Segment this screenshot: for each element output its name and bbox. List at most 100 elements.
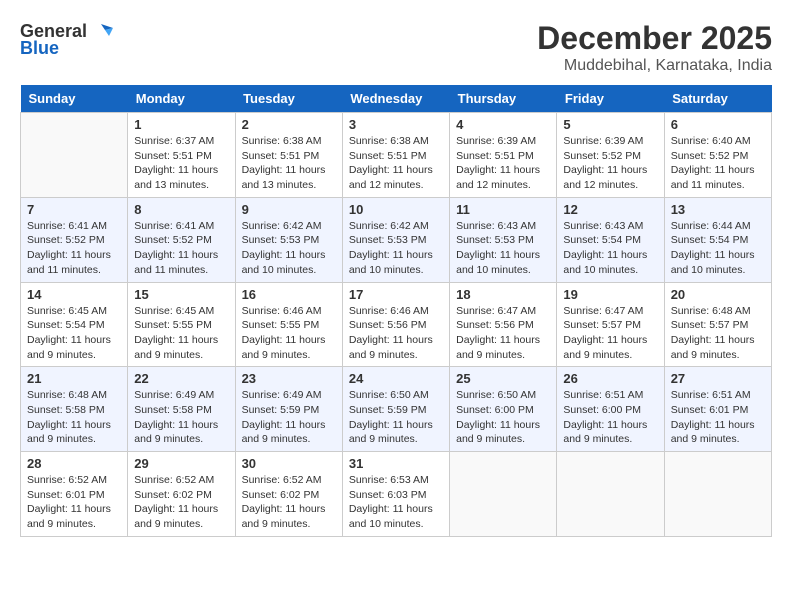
calendar-week-row: 1 Sunrise: 6:37 AMSunset: 5:51 PMDaylight…	[21, 113, 772, 198]
calendar-cell: 10 Sunrise: 6:42 AMSunset: 5:53 PMDayligh…	[342, 197, 449, 282]
day-number: 5	[563, 117, 657, 132]
calendar-cell: 21 Sunrise: 6:48 AMSunset: 5:58 PMDayligh…	[21, 367, 128, 452]
day-number: 7	[27, 202, 121, 217]
day-number: 3	[349, 117, 443, 132]
calendar-cell: 30Sunrise: 6:52 AMSunset: 6:02 PMDayligh…	[235, 452, 342, 537]
day-info: Sunrise: 6:51 AMSunset: 6:01 PMDaylight:…	[671, 388, 765, 447]
day-number: 26	[563, 371, 657, 386]
day-info: Sunrise: 6:43 AMSunset: 5:53 PMDaylight:…	[456, 219, 550, 278]
calendar-cell	[450, 452, 557, 537]
calendar-cell: 8 Sunrise: 6:41 AMSunset: 5:52 PMDaylight…	[128, 197, 235, 282]
calendar-body: 1 Sunrise: 6:37 AMSunset: 5:51 PMDaylight…	[21, 113, 772, 537]
day-info: Sunrise: 6:41 AMSunset: 5:52 PMDaylight:…	[134, 219, 228, 278]
calendar-header-thursday: Thursday	[450, 85, 557, 113]
calendar-cell: 27 Sunrise: 6:51 AMSunset: 6:01 PMDayligh…	[664, 367, 771, 452]
day-number: 10	[349, 202, 443, 217]
logo: General Blue	[20, 20, 113, 59]
page-header: General Blue December 2025 Muddebihal, K…	[20, 20, 772, 75]
day-number: 13	[671, 202, 765, 217]
calendar-cell: 29 Sunrise: 6:52 AMSunset: 6:02 PMDayligh…	[128, 452, 235, 537]
day-info: Sunrise: 6:45 AMSunset: 5:55 PMDaylight:…	[134, 304, 228, 363]
day-number: 2	[242, 117, 336, 132]
calendar-week-row: 7 Sunrise: 6:41 AMSunset: 5:52 PMDaylight…	[21, 197, 772, 282]
month-title: December 2025	[537, 20, 772, 57]
calendar-cell: 9Sunrise: 6:42 AMSunset: 5:53 PMDaylight…	[235, 197, 342, 282]
day-number: 4	[456, 117, 550, 132]
calendar-cell: 26Sunrise: 6:51 AMSunset: 6:00 PMDayligh…	[557, 367, 664, 452]
day-info: Sunrise: 6:49 AMSunset: 5:59 PMDaylight:…	[242, 388, 336, 447]
day-number: 31	[349, 456, 443, 471]
day-info: Sunrise: 6:40 AMSunset: 5:52 PMDaylight:…	[671, 134, 765, 193]
day-number: 11	[456, 202, 550, 217]
day-number: 1	[134, 117, 228, 132]
day-number: 21	[27, 371, 121, 386]
calendar-cell: 7Sunrise: 6:41 AMSunset: 5:52 PMDaylight…	[21, 197, 128, 282]
title-area: December 2025 Muddebihal, Karnataka, Ind…	[537, 20, 772, 75]
day-number: 8	[134, 202, 228, 217]
day-info: Sunrise: 6:50 AMSunset: 5:59 PMDaylight:…	[349, 388, 443, 447]
day-info: Sunrise: 6:37 AMSunset: 5:51 PMDaylight:…	[134, 134, 228, 193]
calendar-cell: 19 Sunrise: 6:47 AMSunset: 5:57 PMDayligh…	[557, 282, 664, 367]
day-info: Sunrise: 6:53 AMSunset: 6:03 PMDaylight:…	[349, 473, 443, 532]
day-number: 28	[27, 456, 121, 471]
day-number: 14	[27, 287, 121, 302]
day-info: Sunrise: 6:43 AMSunset: 5:54 PMDaylight:…	[563, 219, 657, 278]
logo-blue-text: Blue	[20, 38, 59, 59]
day-number: 29	[134, 456, 228, 471]
day-info: Sunrise: 6:47 AMSunset: 5:56 PMDaylight:…	[456, 304, 550, 363]
day-info: Sunrise: 6:39 AMSunset: 5:52 PMDaylight:…	[563, 134, 657, 193]
day-number: 23	[242, 371, 336, 386]
calendar-cell: 11 Sunrise: 6:43 AMSunset: 5:53 PMDayligh…	[450, 197, 557, 282]
day-number: 20	[671, 287, 765, 302]
calendar-cell: 16 Sunrise: 6:46 AMSunset: 5:55 PMDayligh…	[235, 282, 342, 367]
calendar-cell: 31 Sunrise: 6:53 AMSunset: 6:03 PMDayligh…	[342, 452, 449, 537]
location-subtitle: Muddebihal, Karnataka, India	[537, 57, 772, 75]
day-number: 27	[671, 371, 765, 386]
day-info: Sunrise: 6:49 AMSunset: 5:58 PMDaylight:…	[134, 388, 228, 447]
day-info: Sunrise: 6:42 AMSunset: 5:53 PMDaylight:…	[349, 219, 443, 278]
calendar-header-saturday: Saturday	[664, 85, 771, 113]
calendar-cell: 12 Sunrise: 6:43 AMSunset: 5:54 PMDayligh…	[557, 197, 664, 282]
day-info: Sunrise: 6:38 AMSunset: 5:51 PMDaylight:…	[242, 134, 336, 193]
day-number: 12	[563, 202, 657, 217]
calendar-cell: 18Sunrise: 6:47 AMSunset: 5:56 PMDayligh…	[450, 282, 557, 367]
calendar-cell: 22 Sunrise: 6:49 AMSunset: 5:58 PMDayligh…	[128, 367, 235, 452]
calendar-week-row: 28 Sunrise: 6:52 AMSunset: 6:01 PMDayligh…	[21, 452, 772, 537]
day-info: Sunrise: 6:45 AMSunset: 5:54 PMDaylight:…	[27, 304, 121, 363]
calendar-cell: 5 Sunrise: 6:39 AMSunset: 5:52 PMDaylight…	[557, 113, 664, 198]
calendar-cell: 14 Sunrise: 6:45 AMSunset: 5:54 PMDayligh…	[21, 282, 128, 367]
day-number: 25	[456, 371, 550, 386]
logo-bird-icon	[91, 20, 113, 42]
calendar-cell: 1 Sunrise: 6:37 AMSunset: 5:51 PMDaylight…	[128, 113, 235, 198]
calendar-cell: 2 Sunrise: 6:38 AMSunset: 5:51 PMDaylight…	[235, 113, 342, 198]
calendar-cell: 17 Sunrise: 6:46 AMSunset: 5:56 PMDayligh…	[342, 282, 449, 367]
day-info: Sunrise: 6:50 AMSunset: 6:00 PMDaylight:…	[456, 388, 550, 447]
calendar-cell: 20 Sunrise: 6:48 AMSunset: 5:57 PMDayligh…	[664, 282, 771, 367]
day-number: 16	[242, 287, 336, 302]
day-number: 24	[349, 371, 443, 386]
day-info: Sunrise: 6:52 AMSunset: 6:01 PMDaylight:…	[27, 473, 121, 532]
day-info: Sunrise: 6:47 AMSunset: 5:57 PMDaylight:…	[563, 304, 657, 363]
calendar-cell: 3 Sunrise: 6:38 AMSunset: 5:51 PMDaylight…	[342, 113, 449, 198]
calendar-cell: 6 Sunrise: 6:40 AMSunset: 5:52 PMDaylight…	[664, 113, 771, 198]
day-number: 6	[671, 117, 765, 132]
day-info: Sunrise: 6:39 AMSunset: 5:51 PMDaylight:…	[456, 134, 550, 193]
day-info: Sunrise: 6:46 AMSunset: 5:55 PMDaylight:…	[242, 304, 336, 363]
calendar-cell: 15 Sunrise: 6:45 AMSunset: 5:55 PMDayligh…	[128, 282, 235, 367]
day-number: 22	[134, 371, 228, 386]
day-info: Sunrise: 6:48 AMSunset: 5:57 PMDaylight:…	[671, 304, 765, 363]
day-number: 15	[134, 287, 228, 302]
day-info: Sunrise: 6:38 AMSunset: 5:51 PMDaylight:…	[349, 134, 443, 193]
day-number: 9	[242, 202, 336, 217]
day-info: Sunrise: 6:52 AMSunset: 6:02 PMDaylight:…	[134, 473, 228, 532]
calendar-cell	[21, 113, 128, 198]
day-number: 30	[242, 456, 336, 471]
day-info: Sunrise: 6:46 AMSunset: 5:56 PMDaylight:…	[349, 304, 443, 363]
day-info: Sunrise: 6:48 AMSunset: 5:58 PMDaylight:…	[27, 388, 121, 447]
calendar-header-monday: Monday	[128, 85, 235, 113]
calendar-header-wednesday: Wednesday	[342, 85, 449, 113]
day-number: 17	[349, 287, 443, 302]
day-number: 19	[563, 287, 657, 302]
calendar-header-sunday: Sunday	[21, 85, 128, 113]
calendar-cell: 24 Sunrise: 6:50 AMSunset: 5:59 PMDayligh…	[342, 367, 449, 452]
